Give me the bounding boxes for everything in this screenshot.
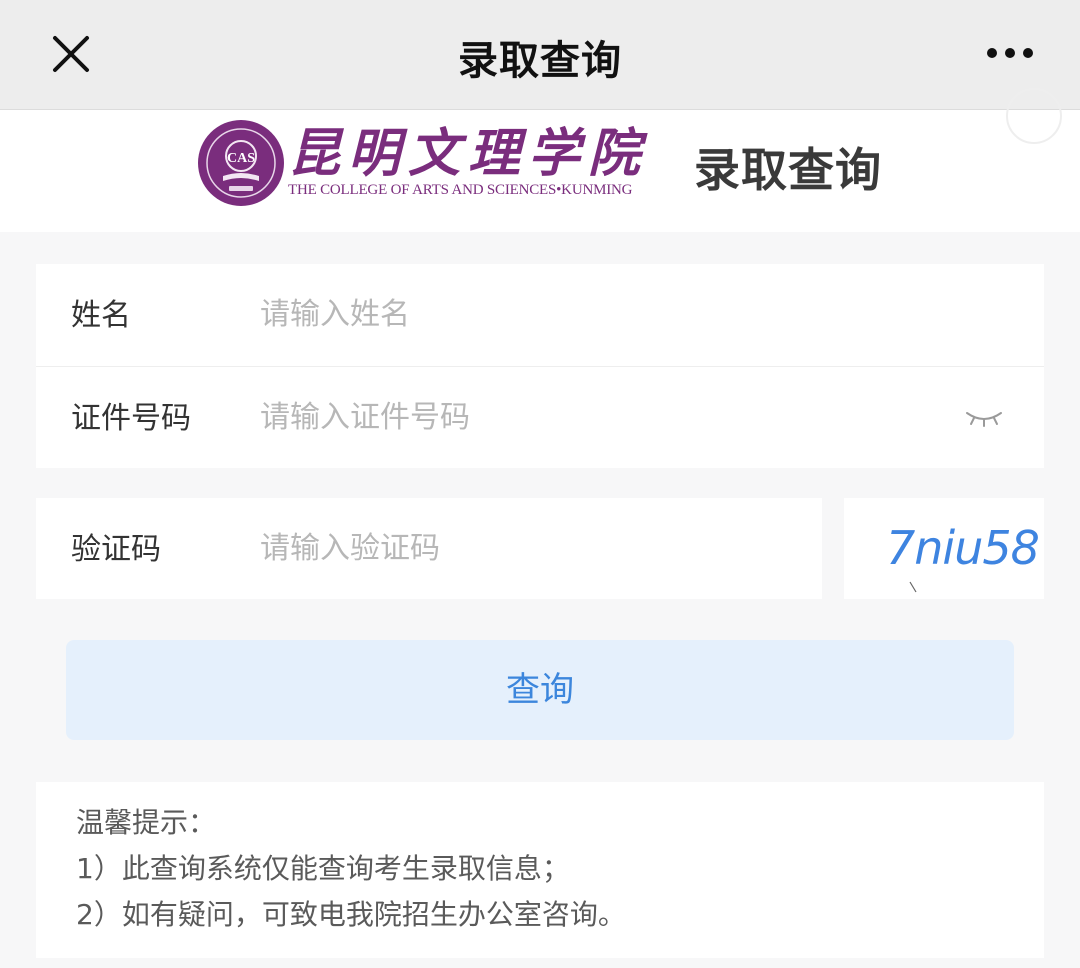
captcha-input[interactable] <box>260 518 800 578</box>
banner-ring-decoration <box>1006 88 1062 144</box>
college-seal-logo: CAS <box>198 120 284 206</box>
captcha-row: 验证码 <box>36 498 822 599</box>
top-navbar: 录取查询 <box>0 0 1080 110</box>
name-input[interactable] <box>260 284 980 344</box>
tip-line: 2）如有疑问，可致电我院招生办公室咨询。 <box>76 898 626 931</box>
banner-title: 录取查询 <box>694 143 882 197</box>
name-row: 姓名 <box>36 264 1044 365</box>
captcha-image[interactable]: 7niu58 <box>844 498 1044 599</box>
nav-title: 录取查询 <box>458 38 622 84</box>
id-row: 证件号码 <box>36 367 1044 468</box>
query-button[interactable]: 查询 <box>66 640 1014 740</box>
tips-title: 温馨提示： <box>76 806 217 839</box>
seal-text: CAS <box>227 151 255 166</box>
tips-panel: 温馨提示： 1）此查询系统仅能查询考生录取信息； 2）如有疑问，可致电我院招生办… <box>36 782 1044 958</box>
college-name-cn: 昆明文理学院 <box>288 123 649 184</box>
eye-closed-icon[interactable] <box>964 405 1004 429</box>
captcha-label: 验证码 <box>71 532 161 567</box>
more-dots-icon[interactable] <box>980 38 1040 68</box>
tip-line: 1）此查询系统仅能查询考生录取信息； <box>76 852 570 885</box>
name-label: 姓名 <box>71 298 131 333</box>
college-name-en: THE COLLEGE OF ARTS AND SCIENCES•KUNMING <box>288 182 633 198</box>
identity-form-card: 姓名 证件号码 <box>36 264 1044 468</box>
captcha-noise-mark <box>909 581 917 593</box>
id-number-input[interactable] <box>260 387 940 447</box>
id-label: 证件号码 <box>71 401 191 436</box>
